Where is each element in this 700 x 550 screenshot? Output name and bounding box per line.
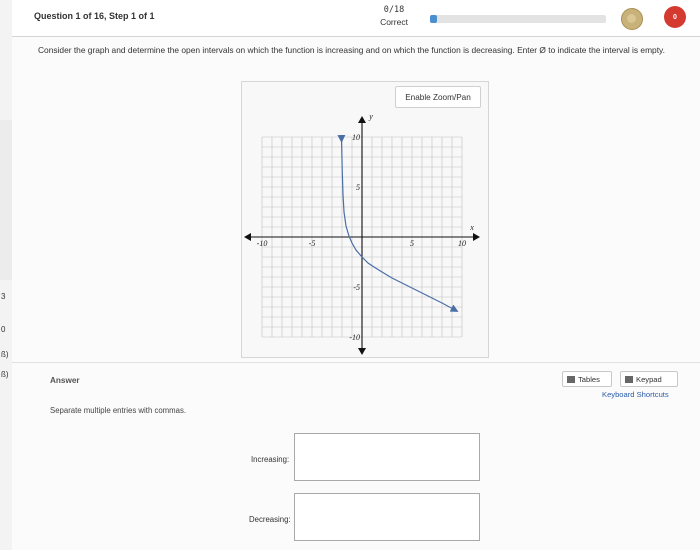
x-tick-label: 10	[458, 239, 466, 248]
decreasing-input[interactable]	[295, 494, 483, 542]
table-icon	[567, 375, 575, 383]
x-axis-right-arrow-icon	[473, 233, 480, 241]
y-axis-up-arrow-icon	[358, 116, 366, 123]
y-tick-label: 5	[356, 183, 360, 192]
sidebar-mark: 3	[1, 292, 6, 301]
x-tick-label: 5	[410, 239, 414, 248]
increasing-input-box[interactable]	[294, 433, 483, 482]
score-display: 0/18 Correct	[376, 4, 412, 28]
y-tick-label: 10	[352, 133, 360, 142]
section-divider	[12, 362, 700, 363]
question-prompt: Consider the graph and determine the ope…	[38, 45, 665, 55]
x-axis-label: x	[469, 223, 474, 232]
function-graph: x y -10 -5 5 10 10 5 -5 -10	[244, 112, 480, 355]
question-label: Question 1 of 16, Step 1 of 1	[34, 11, 155, 21]
question-card: Question 1 of 16, Step 1 of 1 0/18 Corre…	[12, 0, 700, 550]
tables-button[interactable]: Tables	[562, 371, 612, 387]
answer-label: Answer	[50, 376, 80, 385]
x-tick-label: -10	[257, 239, 268, 248]
keypad-icon	[625, 375, 633, 383]
progress-bar-fill	[430, 15, 438, 23]
question-header: Question 1 of 16, Step 1 of 1 0/18 Corre…	[12, 0, 700, 37]
notification-badge[interactable]: 0	[664, 6, 686, 28]
x-axis-left-arrow-icon	[244, 233, 251, 241]
decreasing-input-box[interactable]	[294, 493, 483, 542]
progress-bar	[430, 15, 606, 23]
y-axis-down-arrow-icon	[358, 348, 366, 355]
decreasing-label: Decreasing:	[249, 515, 291, 524]
score-status: Correct	[380, 17, 408, 27]
keypad-button[interactable]: Keypad	[620, 371, 678, 387]
helper-text: Separate multiple entries with commas.	[50, 406, 187, 415]
coin-icon[interactable]	[621, 8, 643, 30]
tables-label: Tables	[578, 374, 600, 384]
y-tick-label: -5	[353, 283, 360, 292]
sidebar-mark[interactable]: ß)	[1, 370, 9, 379]
increasing-input[interactable]	[295, 434, 483, 482]
y-tick-label: -10	[349, 333, 360, 342]
x-tick-label: -5	[309, 239, 316, 248]
increasing-label: Increasing:	[251, 455, 290, 464]
keypad-label: Keypad	[636, 374, 662, 384]
graph-panel: Enable Zoom/Pan x y -10 -5 5 10 10 5 -5 -10	[241, 81, 489, 358]
y-axis-label: y	[368, 112, 373, 121]
sidebar-mark: 0	[1, 325, 6, 334]
sidebar-mark[interactable]: ß)	[1, 350, 9, 359]
graph-axes	[244, 116, 480, 355]
score-value: 0/18	[383, 5, 405, 15]
keyboard-shortcuts-link[interactable]: Keyboard Shortcuts	[602, 390, 669, 399]
